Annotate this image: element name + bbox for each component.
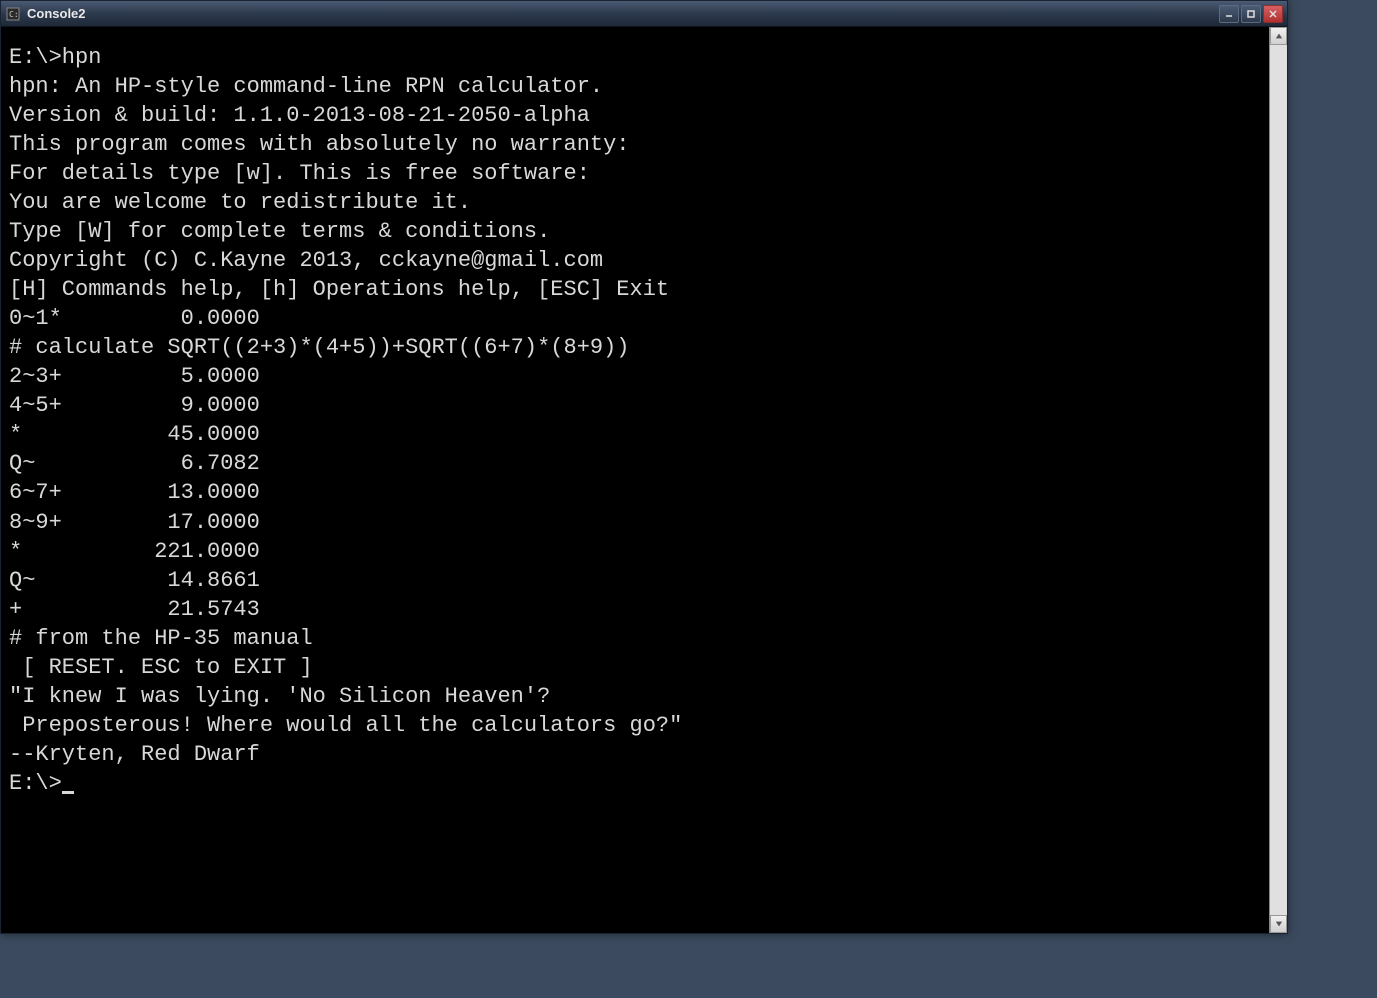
vertical-scrollbar[interactable] [1269, 27, 1287, 933]
console-window: C: Console2 E:\>hpnhpn: An HP-style comm… [0, 0, 1288, 934]
terminal-content[interactable]: E:\>hpnhpn: An HP-style command-line RPN… [1, 27, 1269, 933]
terminal-line: Version & build: 1.1.0-2013-08-21-2050-a… [9, 101, 1261, 130]
svg-text:C:: C: [9, 10, 19, 19]
scroll-up-button[interactable] [1270, 27, 1287, 45]
terminal-line: --Kryten, Red Dwarf [9, 740, 1261, 769]
terminal-area: E:\>hpnhpn: An HP-style command-line RPN… [1, 27, 1287, 933]
terminal-line: [ RESET. ESC to EXIT ] [9, 653, 1261, 682]
terminal-line: [H] Commands help, [h] Operations help, … [9, 275, 1261, 304]
window-title: Console2 [27, 6, 1219, 21]
terminal-line: You are welcome to redistribute it. [9, 188, 1261, 217]
terminal-line: Preposterous! Where would all the calcul… [9, 711, 1261, 740]
terminal-line: "I knew I was lying. 'No Silicon Heaven'… [9, 682, 1261, 711]
terminal-line: # from the HP-35 manual [9, 624, 1261, 653]
terminal-line: E:\>hpn [9, 43, 1261, 72]
terminal-line: This program comes with absolutely no wa… [9, 130, 1261, 159]
terminal-line: Type [W] for complete terms & conditions… [9, 217, 1261, 246]
terminal-line: Copyright (C) C.Kayne 2013, cckayne@gmai… [9, 246, 1261, 275]
minimize-button[interactable] [1219, 5, 1239, 23]
terminal-line: Q~ 6.7082 [9, 449, 1261, 478]
terminal-line: 8~9+ 17.0000 [9, 508, 1261, 537]
terminal-line: * 221.0000 [9, 537, 1261, 566]
terminal-line: 6~7+ 13.0000 [9, 478, 1261, 507]
app-icon: C: [5, 6, 21, 22]
scroll-down-button[interactable] [1270, 915, 1287, 933]
maximize-button[interactable] [1241, 5, 1261, 23]
terminal-line: * 45.0000 [9, 420, 1261, 449]
terminal-line: For details type [w]. This is free softw… [9, 159, 1261, 188]
cursor [62, 791, 74, 794]
scroll-track[interactable] [1270, 45, 1287, 915]
terminal-line: + 21.5743 [9, 595, 1261, 624]
titlebar[interactable]: C: Console2 [1, 1, 1287, 27]
window-controls [1219, 5, 1283, 23]
terminal-line: Q~ 14.8661 [9, 566, 1261, 595]
terminal-line: 0~1* 0.0000 [9, 304, 1261, 333]
close-button[interactable] [1263, 5, 1283, 23]
terminal-line: hpn: An HP-style command-line RPN calcul… [9, 72, 1261, 101]
terminal-line: 4~5+ 9.0000 [9, 391, 1261, 420]
terminal-line: # calculate SQRT((2+3)*(4+5))+SQRT((6+7)… [9, 333, 1261, 362]
terminal-line: E:\> [9, 769, 1261, 798]
terminal-line: 2~3+ 5.0000 [9, 362, 1261, 391]
